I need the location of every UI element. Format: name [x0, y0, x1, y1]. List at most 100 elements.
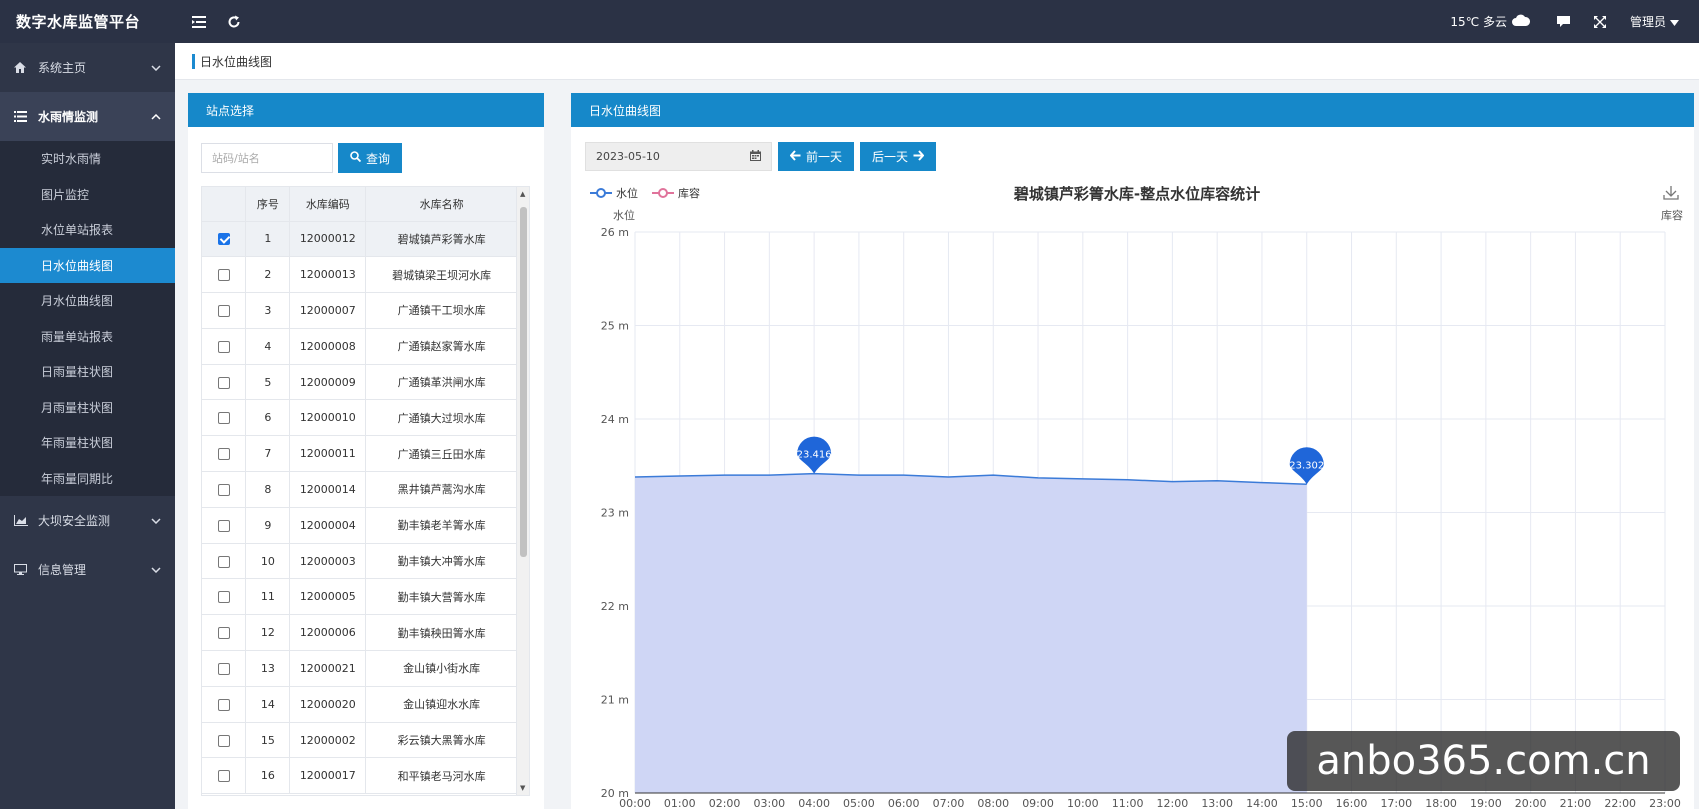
refresh-icon[interactable]	[225, 13, 243, 31]
table-row[interactable]: 2 12000013 碧城镇梁王坝河水库	[202, 256, 518, 294]
next-day-button[interactable]: 后一天	[860, 142, 937, 171]
cell-name: 碧城镇梁王坝河水库	[365, 256, 518, 294]
download-icon[interactable]	[1663, 186, 1679, 200]
row-checkbox[interactable]	[217, 233, 230, 246]
cell-name: 碧城镇芦彩箐水库	[365, 221, 518, 258]
cell-name: 勤丰镇大冲箐水库	[365, 543, 518, 580]
table-row[interactable]: 11 12000005 勤丰镇大营箐水库	[202, 578, 518, 616]
x-tick-label: 20:00	[1515, 797, 1547, 809]
x-tick-label: 12:00	[1157, 797, 1189, 809]
table-row[interactable]: 14 12000020 金山镇迎水水库	[202, 686, 518, 723]
y-tick-label: 23 m	[601, 507, 629, 520]
row-checkbox[interactable]	[217, 591, 230, 604]
marker-label: 23.302	[1289, 460, 1324, 471]
sidebar-item-rain-report[interactable]: 雨量单站报表	[0, 319, 175, 355]
table-row[interactable]: 4 12000008 广通镇赵家箐水库	[202, 328, 518, 365]
sidebar-group-label: 系统主页	[38, 61, 87, 75]
app-title: 数字水库监管平台	[16, 13, 141, 31]
row-checkbox[interactable]	[217, 698, 230, 711]
y-tick-label: 22 m	[601, 600, 629, 613]
row-checkbox[interactable]	[217, 448, 230, 461]
sidebar-group-hydro[interactable]: 水雨情监测	[0, 92, 175, 141]
sidebar-item-yearly-rain-compare[interactable]: 年雨量同期比	[0, 461, 175, 497]
sidebar: 系统主页 水雨情监测 实时水雨情 图片监控 水位单站报表 日水位曲线图 月水位曲…	[0, 43, 175, 809]
cell-name: 彩云镇大黑箐水库	[365, 722, 518, 759]
sidebar-group-dam-safety[interactable]: 大坝安全监测	[0, 496, 175, 545]
table-row[interactable]: 3 12000007 广通镇干工坝水库	[202, 292, 518, 329]
breadcrumb-current[interactable]: 日水位曲线图	[200, 53, 272, 70]
prev-day-button[interactable]: 前一天	[778, 142, 855, 171]
cell-code: 12000007	[289, 292, 367, 329]
row-checkbox-cell	[202, 507, 247, 544]
row-checkbox[interactable]	[217, 340, 230, 353]
fullscreen-icon[interactable]	[1593, 15, 1606, 28]
table-row[interactable]: 13 12000021 金山镇小街水库	[202, 650, 518, 687]
weather-text: 15℃ 多云	[1450, 15, 1507, 29]
y-tick-label: 21 m	[601, 694, 629, 707]
cell-no: 3	[245, 292, 291, 329]
header-name[interactable]: 水库名称	[365, 187, 518, 222]
cell-code: 12000011	[289, 435, 367, 473]
sidebar-group-home[interactable]: 系统主页	[0, 43, 175, 92]
cell-no: 6	[245, 399, 291, 437]
row-checkbox[interactable]	[217, 412, 230, 425]
table-row[interactable]: 15 12000002 彩云镇大黑箐水库	[202, 722, 518, 759]
cell-code: 12000006	[289, 614, 367, 652]
cell-no: 4	[245, 328, 291, 365]
row-checkbox[interactable]	[217, 734, 230, 747]
table-row[interactable]: 10 12000003 勤丰镇大冲箐水库	[202, 543, 518, 580]
header-code[interactable]: 水库编码	[289, 187, 367, 222]
calendar-icon[interactable]	[750, 149, 761, 164]
row-checkbox[interactable]	[217, 376, 230, 389]
sidebar-item-monthly-rain-bar[interactable]: 月雨量柱状图	[0, 390, 175, 426]
table-row[interactable]: 7 12000011 广通镇三丘田水库	[202, 435, 518, 473]
sidebar-item-image-monitor[interactable]: 图片监控	[0, 177, 175, 213]
row-checkbox[interactable]	[217, 770, 230, 783]
menu-toggle-icon[interactable]	[191, 13, 209, 31]
cloud-icon	[1511, 13, 1531, 30]
scroll-down-icon[interactable]: ▼	[520, 784, 525, 792]
sidebar-item-yearly-rain-bar[interactable]: 年雨量柱状图	[0, 425, 175, 461]
x-tick-label: 06:00	[888, 797, 920, 809]
table-row[interactable]: 16 12000017 和平镇老马河水库	[202, 757, 518, 795]
search-button[interactable]: 查询	[338, 143, 403, 173]
arrow-left-icon	[789, 149, 801, 164]
row-checkbox-cell	[202, 722, 247, 759]
row-checkbox[interactable]	[217, 519, 230, 532]
scroll-up-icon[interactable]: ▲	[520, 190, 525, 198]
cell-name: 广通镇赵家箐水库	[365, 328, 518, 365]
table-row[interactable]: 12 12000006 勤丰镇秧田箐水库	[202, 614, 518, 652]
table-row[interactable]: 5 12000009 广通镇革洪闸水库	[202, 364, 518, 401]
sidebar-item-water-report[interactable]: 水位单站报表	[0, 212, 175, 248]
row-checkbox[interactable]	[217, 627, 230, 640]
date-picker[interactable]: 2023-05-10	[585, 142, 772, 171]
sidebar-item-realtime[interactable]: 实时水雨情	[0, 141, 175, 177]
message-icon[interactable]	[1556, 15, 1570, 28]
sidebar-item-daily-water-curve[interactable]: 日水位曲线图	[0, 247, 175, 283]
legend-marker	[658, 188, 668, 198]
sidebar-item-monthly-water-curve[interactable]: 月水位曲线图	[0, 283, 175, 319]
table-scrollbar[interactable]: ▲ ▼	[516, 187, 529, 795]
row-checkbox[interactable]	[217, 483, 230, 496]
date-controls: 2023-05-10 前一天 后一天	[585, 142, 937, 171]
station-search-input[interactable]	[201, 143, 333, 173]
sidebar-item-daily-rain-bar[interactable]: 日雨量柱状图	[0, 354, 175, 390]
scroll-thumb[interactable]	[520, 207, 527, 557]
chevron-up-icon	[151, 113, 161, 120]
user-menu[interactable]: 管理员	[1630, 13, 1679, 30]
row-checkbox[interactable]	[217, 555, 230, 568]
table-row[interactable]: 1 12000012 碧城镇芦彩箐水库	[202, 221, 518, 258]
sidebar-group-info[interactable]: 信息管理	[0, 545, 175, 594]
table-header-row: 序号 水库编码 水库名称	[202, 187, 518, 222]
row-checkbox[interactable]	[217, 662, 230, 675]
row-checkbox[interactable]	[217, 269, 230, 282]
table-row[interactable]: 8 12000014 黑井镇芦蒿沟水库	[202, 471, 518, 508]
header-no[interactable]: 序号	[245, 187, 291, 222]
row-checkbox[interactable]	[217, 304, 230, 317]
user-name: 管理员	[1629, 15, 1666, 29]
table-row[interactable]: 6 12000010 广通镇大过坝水库	[202, 399, 518, 437]
watermark-text: anbo365.com.cn	[1316, 738, 1651, 784]
cell-no: 15	[245, 722, 291, 759]
x-tick-label: 19:00	[1470, 797, 1502, 809]
table-row[interactable]: 9 12000004 勤丰镇老羊箐水库	[202, 507, 518, 544]
